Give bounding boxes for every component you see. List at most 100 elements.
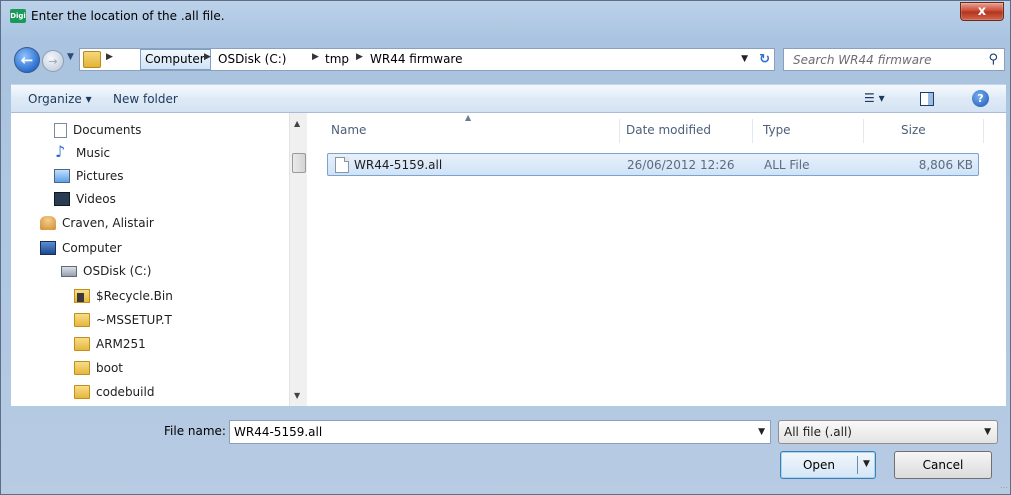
file-name-input[interactable]: WR44-5159.all ▼ (229, 420, 771, 444)
nav-item-osdisk[interactable]: OSDisk (C:) (61, 260, 151, 282)
file-icon (335, 157, 349, 173)
breadcrumb-tmp[interactable]: tmp (325, 52, 349, 66)
window-title: Enter the location of the .all file. (31, 9, 225, 23)
pictures-icon (54, 169, 70, 183)
nav-item-music[interactable]: Music (54, 142, 110, 164)
column-divider[interactable] (863, 119, 864, 143)
nav-item-recycle-bin[interactable]: $Recycle.Bin (74, 285, 173, 307)
file-type-filter-value: All file (.all) (784, 425, 852, 439)
nav-item-label: boot (96, 361, 124, 375)
folder-icon (74, 337, 90, 351)
search-icon[interactable]: ⚲ (988, 52, 998, 67)
help-icon[interactable]: ? (972, 90, 989, 107)
dialog-footer: File name: WR44-5159.all ▼ All file (.al… (1, 406, 1010, 494)
column-header-date[interactable]: Date modified (626, 123, 711, 137)
nav-item-label: $Recycle.Bin (96, 289, 173, 303)
file-name-label: File name: (164, 424, 226, 438)
open-button[interactable]: Open ▼ (780, 451, 876, 479)
file-type-filter[interactable]: All file (.all) ▼ (778, 420, 998, 444)
column-divider[interactable] (983, 119, 984, 143)
address-bar[interactable]: ▶ Computer ▶ OSDisk (C:) ▶ tmp ▶ WR44 fi… (79, 48, 775, 71)
column-header-name[interactable]: Name (331, 123, 366, 137)
chevron-right-icon[interactable]: ▶ (204, 52, 211, 62)
close-icon: x (977, 4, 987, 19)
sort-ascending-icon: ▲ (465, 113, 472, 122)
resize-grip-icon[interactable]: ⋯ (1000, 483, 1008, 492)
search-placeholder: Search WR44 firmware (793, 53, 932, 67)
nav-item-boot[interactable]: boot (74, 357, 123, 379)
column-divider[interactable] (752, 119, 753, 143)
breadcrumb-wr44-firmware[interactable]: WR44 firmware (370, 52, 462, 66)
nav-item-videos[interactable]: Videos (54, 188, 116, 210)
nav-item-label: Documents (73, 123, 142, 137)
refresh-icon[interactable]: ↻ (759, 52, 770, 67)
nav-item-codebuild[interactable]: codebuild (74, 381, 154, 403)
open-button-label: Open (802, 458, 836, 472)
column-divider[interactable] (619, 119, 620, 143)
scroll-up-icon[interactable]: ▲ (294, 119, 300, 128)
chevron-right-icon[interactable]: ▶ (106, 52, 113, 62)
nav-item-mssetup[interactable]: ~MSSETUP.T (74, 309, 172, 331)
nav-item-label: OSDisk (C:) (83, 264, 152, 278)
scroll-thumb[interactable] (292, 153, 306, 173)
column-header-size[interactable]: Size (901, 123, 926, 137)
navigation-pane: Documents Music Pictures Videos Craven, … (11, 113, 307, 406)
breadcrumb-computer[interactable]: Computer (145, 52, 205, 66)
preview-pane-icon[interactable] (920, 92, 934, 106)
file-date: 26/06/2012 12:26 (627, 158, 735, 172)
folder-icon (74, 313, 90, 327)
new-folder-button[interactable]: New folder (113, 92, 178, 106)
forward-arrow-icon: → (48, 54, 58, 68)
nav-item-user-folder[interactable]: Craven, Alistair (40, 212, 154, 234)
nav-item-pictures[interactable]: Pictures (54, 165, 124, 187)
nav-item-label: codebuild (96, 385, 155, 399)
music-icon (54, 142, 70, 161)
file-type: ALL File (764, 158, 810, 172)
title-bar[interactable]: Digi Enter the location of the .all file… (1, 1, 1010, 31)
column-header-type[interactable]: Type (763, 123, 791, 137)
computer-icon (40, 241, 56, 255)
nav-scrollbar[interactable]: ▲ ▼ (289, 113, 307, 406)
nav-item-computer[interactable]: Computer (40, 237, 122, 259)
file-name: WR44-5159.all (354, 158, 443, 172)
address-row: ← → ▼ ▶ Computer ▶ OSDisk (C:) ▶ tmp ▶ W… (1, 46, 1010, 74)
back-arrow-icon: ← (20, 51, 34, 69)
videos-icon (54, 192, 70, 206)
nav-item-documents[interactable]: Documents (54, 119, 141, 141)
chevron-right-icon[interactable]: ▶ (356, 52, 363, 62)
disk-icon (61, 265, 77, 277)
nav-item-label: ARM251 (96, 337, 146, 351)
folder-icon (83, 51, 101, 68)
split-divider (857, 456, 858, 474)
search-input[interactable]: Search WR44 firmware ⚲ (783, 48, 1005, 71)
cancel-button[interactable]: Cancel (894, 451, 992, 479)
back-button[interactable]: ← (14, 47, 40, 73)
documents-icon (54, 122, 67, 138)
chevron-down-icon[interactable]: ▼ (863, 459, 870, 469)
app-icon: Digi (10, 9, 26, 23)
nav-item-arm251[interactable]: ARM251 (74, 333, 146, 355)
nav-item-label: ~MSSETUP.T (96, 313, 172, 327)
chevron-down-icon[interactable]: ▼ (758, 427, 765, 437)
close-button[interactable]: x (960, 2, 1004, 21)
scroll-down-icon[interactable]: ▼ (294, 391, 300, 400)
nav-item-label: Pictures (76, 169, 124, 183)
forward-button[interactable]: → (42, 50, 64, 72)
chevron-right-icon[interactable]: ▶ (312, 52, 319, 62)
file-row-selected[interactable]: WR44-5159.all 26/06/2012 12:26 ALL File … (327, 153, 979, 176)
change-view-icon[interactable]: ☰ ▾ (864, 91, 885, 105)
user-folder-icon (40, 216, 56, 230)
nav-item-label: Videos (76, 192, 116, 206)
breadcrumb-osdisk[interactable]: OSDisk (C:) (218, 52, 286, 66)
recent-locations-dropdown[interactable]: ▼ (67, 52, 74, 62)
file-name-value: WR44-5159.all (234, 425, 323, 439)
nav-item-label: Craven, Alistair (62, 216, 154, 230)
address-dropdown-icon[interactable]: ▼ (741, 54, 748, 64)
organize-button[interactable]: Organize ▾ (28, 92, 92, 106)
recycle-folder-icon (74, 289, 90, 303)
chevron-down-icon[interactable]: ▼ (984, 427, 991, 437)
file-size: 8,806 KB (918, 158, 973, 172)
file-list: ▲ Name Date modified Type Size WR44-5159… (307, 113, 1006, 406)
folder-icon (74, 385, 90, 399)
nav-item-label: Computer (62, 241, 122, 255)
